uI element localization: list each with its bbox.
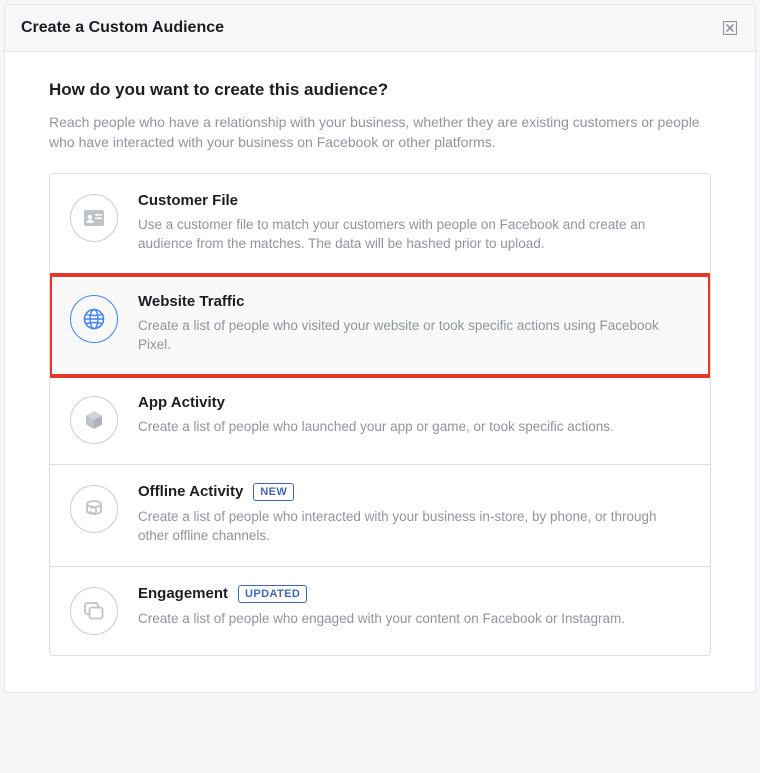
create-custom-audience-modal: Create a Custom Audience How do you want… xyxy=(4,4,756,693)
option-title: Offline Activity xyxy=(138,483,243,500)
cards-icon xyxy=(70,587,118,635)
database-sync-icon xyxy=(70,485,118,533)
option-website-traffic[interactable]: Website Traffic Create a list of people … xyxy=(50,275,710,376)
option-title: Customer File xyxy=(138,192,238,209)
option-desc: Create a list of people who interacted w… xyxy=(138,507,690,546)
modal-title: Create a Custom Audience xyxy=(21,19,224,37)
option-desc: Create a list of people who launched you… xyxy=(138,417,690,437)
updated-badge: UPDATED xyxy=(238,585,307,603)
option-body: Offline Activity NEW Create a list of pe… xyxy=(138,483,690,546)
option-customer-file[interactable]: Customer File Use a customer file to mat… xyxy=(50,174,710,275)
modal-body: How do you want to create this audience?… xyxy=(5,52,755,692)
option-offline-activity[interactable]: Offline Activity NEW Create a list of pe… xyxy=(50,465,710,567)
question-heading: How do you want to create this audience? xyxy=(49,80,711,100)
option-title: App Activity xyxy=(138,394,225,411)
option-desc: Create a list of people who visited your… xyxy=(138,316,690,355)
globe-icon xyxy=(70,295,118,343)
option-title: Website Traffic xyxy=(138,293,244,310)
option-body: App Activity Create a list of people who… xyxy=(138,394,690,437)
option-body: Customer File Use a customer file to mat… xyxy=(138,192,690,254)
audience-source-list: Customer File Use a customer file to mat… xyxy=(49,173,711,656)
option-body: Website Traffic Create a list of people … xyxy=(138,293,690,355)
option-desc: Create a list of people who engaged with… xyxy=(138,609,690,629)
option-desc: Use a customer file to match your custom… xyxy=(138,215,690,254)
cube-icon xyxy=(70,396,118,444)
new-badge: NEW xyxy=(253,483,294,501)
modal-header: Create a Custom Audience xyxy=(5,5,755,52)
close-button[interactable] xyxy=(721,19,739,37)
question-subtitle: Reach people who have a relationship wit… xyxy=(49,112,711,153)
close-icon xyxy=(723,21,737,35)
contact-card-icon xyxy=(70,194,118,242)
option-title: Engagement xyxy=(138,585,228,602)
option-body: Engagement UPDATED Create a list of peop… xyxy=(138,585,690,629)
option-engagement[interactable]: Engagement UPDATED Create a list of peop… xyxy=(50,567,710,655)
option-app-activity[interactable]: App Activity Create a list of people who… xyxy=(50,376,710,465)
